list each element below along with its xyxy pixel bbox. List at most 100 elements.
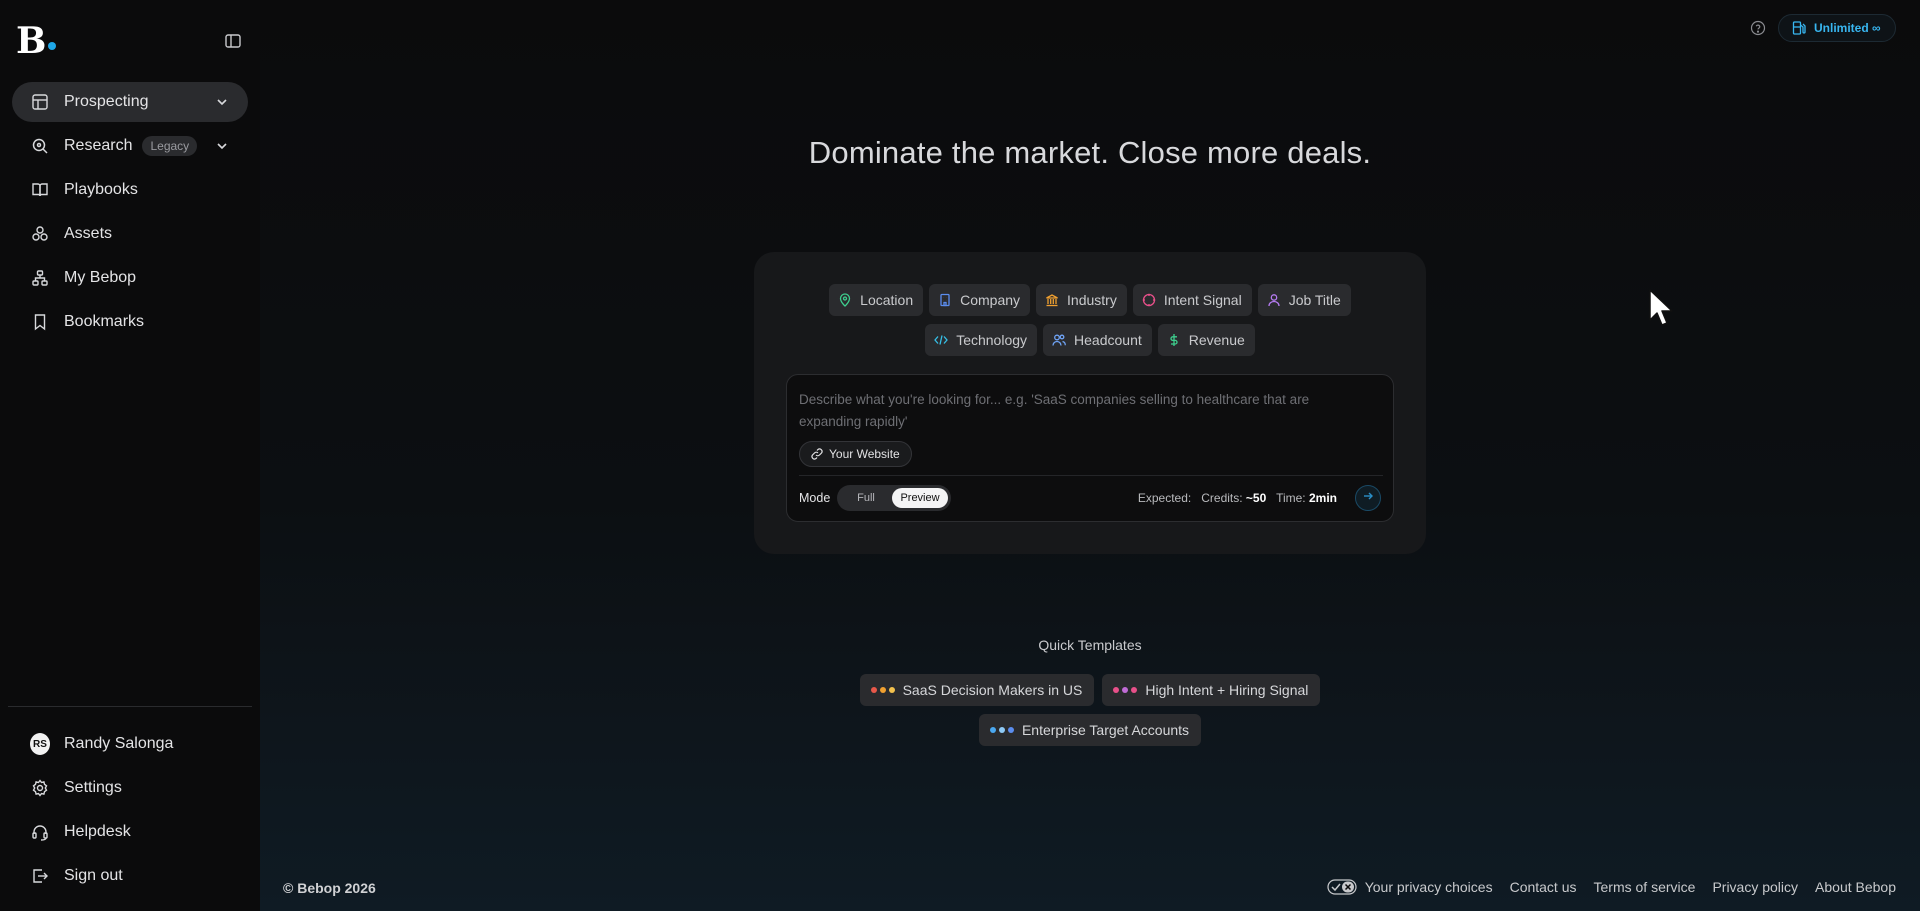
mode-toggle: Full Preview bbox=[837, 485, 951, 511]
sidebar-item-label: Playbooks bbox=[64, 181, 138, 198]
filter-location[interactable]: Location bbox=[829, 284, 924, 316]
filter-label: Industry bbox=[1067, 292, 1117, 308]
your-website-label: Your Website bbox=[829, 447, 900, 461]
table-icon bbox=[30, 92, 50, 112]
chevron-down-icon[interactable] bbox=[214, 94, 230, 110]
search-card: Location Company Industry Intent Signal … bbox=[754, 252, 1426, 554]
filter-row: Location Company Industry Intent Signal … bbox=[754, 284, 1426, 316]
terms-of-service-link[interactable]: Terms of service bbox=[1594, 879, 1696, 895]
dots-icon bbox=[1113, 687, 1138, 693]
filter-job-title[interactable]: Job Title bbox=[1257, 284, 1351, 316]
filter-label: Job Title bbox=[1288, 292, 1341, 308]
sidebar-item-label: Bookmarks bbox=[64, 313, 145, 330]
template-saas-decision-makers[interactable]: SaaS Decision Makers in US bbox=[859, 674, 1095, 706]
mode-preview-option[interactable]: Preview bbox=[892, 488, 948, 508]
sidebar-item-label: Helpdesk bbox=[64, 823, 131, 840]
privacy-toggle-icon bbox=[1327, 879, 1357, 895]
avatar: RS bbox=[30, 733, 50, 755]
privacy-policy-link[interactable]: Privacy policy bbox=[1712, 879, 1798, 895]
dollar-icon bbox=[1167, 333, 1181, 347]
input-divider bbox=[799, 475, 1383, 476]
chevron-down-icon[interactable] bbox=[214, 138, 230, 154]
book-icon bbox=[30, 180, 50, 200]
users-icon bbox=[1052, 333, 1066, 347]
filter-headcount[interactable]: Headcount bbox=[1043, 324, 1152, 356]
help-icon[interactable] bbox=[1750, 20, 1766, 36]
code-icon bbox=[934, 333, 949, 347]
bookmark-icon bbox=[30, 312, 50, 332]
filter-chips: Location Company Industry Intent Signal … bbox=[754, 284, 1426, 364]
sidebar-nav: Prospecting Research Legacy Playbooks As… bbox=[12, 82, 248, 346]
bank-icon bbox=[1045, 293, 1059, 307]
contact-us-link[interactable]: Contact us bbox=[1510, 879, 1577, 895]
quick-templates-title: Quick Templates bbox=[1038, 637, 1142, 653]
filter-intent-signal[interactable]: Intent Signal bbox=[1132, 284, 1252, 316]
user-icon bbox=[1267, 293, 1281, 307]
filter-label: Location bbox=[860, 292, 914, 308]
building-icon bbox=[938, 293, 952, 307]
filter-label: Technology bbox=[956, 332, 1028, 348]
logo-dot bbox=[48, 42, 56, 50]
mode-full-option[interactable]: Full bbox=[840, 488, 892, 508]
legacy-badge: Legacy bbox=[142, 136, 198, 156]
gear-icon bbox=[30, 778, 50, 798]
bebop-logo[interactable]: B bbox=[16, 23, 64, 59]
user-name: Randy Salonga bbox=[64, 735, 174, 752]
sidebar-item-sign-out[interactable]: Sign out bbox=[12, 856, 248, 896]
user-profile[interactable]: RS Randy Salonga bbox=[12, 724, 248, 764]
footer-link-label: Your privacy choices bbox=[1364, 879, 1493, 895]
sidebar-item-settings[interactable]: Settings bbox=[12, 768, 248, 808]
filter-label: Headcount bbox=[1074, 332, 1142, 348]
template-label: Enterprise Target Accounts bbox=[1021, 722, 1190, 738]
sidebar-item-research[interactable]: Research Legacy bbox=[12, 126, 248, 166]
sidebar-item-label: My Bebop bbox=[64, 269, 137, 286]
time-value: 2min bbox=[1308, 491, 1337, 505]
sidebar-item-label: Settings bbox=[64, 779, 122, 796]
template-enterprise-target-accounts[interactable]: Enterprise Target Accounts bbox=[978, 714, 1202, 746]
prompt-input[interactable]: Describe what you're looking for... e.g.… bbox=[799, 389, 1359, 433]
map-pin-icon bbox=[838, 293, 852, 307]
arrow-right-icon bbox=[1362, 489, 1374, 507]
expected-label: Expected: bbox=[1137, 491, 1192, 505]
sidebar-bottom-nav: RS Randy Salonga Settings Helpdesk Sign … bbox=[12, 724, 248, 900]
filter-company[interactable]: Company bbox=[929, 284, 1031, 316]
plan-status-button[interactable]: Unlimited ∞ bbox=[1778, 14, 1896, 42]
submit-button[interactable] bbox=[1355, 485, 1381, 511]
sidebar-item-helpdesk[interactable]: Helpdesk bbox=[12, 812, 248, 852]
template-row: SaaS Decision Makers in US High Intent +… bbox=[760, 674, 1420, 706]
filter-industry[interactable]: Industry bbox=[1036, 284, 1127, 316]
credits-value: ~50 bbox=[1245, 491, 1267, 505]
your-website-button[interactable]: Your Website bbox=[799, 441, 912, 467]
sidebar-item-assets[interactable]: Assets bbox=[12, 214, 248, 254]
filter-revenue[interactable]: Revenue bbox=[1157, 324, 1255, 356]
filter-technology[interactable]: Technology bbox=[925, 324, 1038, 356]
sidebar-item-label: Assets bbox=[64, 225, 113, 242]
sidebar-item-playbooks[interactable]: Playbooks bbox=[12, 170, 248, 210]
template-high-intent-hiring[interactable]: High Intent + Hiring Signal bbox=[1102, 674, 1321, 706]
sidebar-item-label: Sign out bbox=[64, 867, 123, 884]
dots-icon bbox=[870, 687, 895, 693]
sidebar-item-my-bebop[interactable]: My Bebop bbox=[12, 258, 248, 298]
assets-icon bbox=[30, 224, 50, 244]
quick-templates: SaaS Decision Makers in US High Intent +… bbox=[760, 674, 1420, 754]
plan-label: Unlimited ∞ bbox=[1814, 21, 1881, 35]
logo-letter: B bbox=[16, 20, 47, 62]
sidebar-item-prospecting[interactable]: Prospecting bbox=[12, 82, 248, 122]
sidebar-divider bbox=[8, 706, 252, 707]
network-icon bbox=[30, 268, 50, 288]
prompt-input-box[interactable]: Describe what you're looking for... e.g.… bbox=[786, 374, 1394, 522]
time-label: Time: bbox=[1276, 491, 1306, 505]
privacy-choices-link[interactable]: Your privacy choices bbox=[1327, 879, 1493, 895]
sign-out-icon bbox=[30, 866, 50, 886]
template-row: Enterprise Target Accounts bbox=[760, 714, 1420, 746]
sidebar-toggle-icon[interactable] bbox=[224, 32, 242, 50]
mouse-cursor-icon bbox=[1648, 288, 1676, 328]
about-bebop-link[interactable]: About Bebop bbox=[1815, 879, 1896, 895]
template-label: SaaS Decision Makers in US bbox=[902, 682, 1083, 698]
dots-icon bbox=[989, 727, 1014, 733]
sidebar-item-bookmarks[interactable]: Bookmarks bbox=[12, 302, 248, 342]
filter-row: Technology Headcount Revenue bbox=[754, 324, 1426, 356]
filter-label: Company bbox=[960, 292, 1021, 308]
sidebar: B Prospecting Research Legacy Playbooks … bbox=[0, 0, 260, 911]
avatar-initials: RS bbox=[30, 733, 50, 755]
